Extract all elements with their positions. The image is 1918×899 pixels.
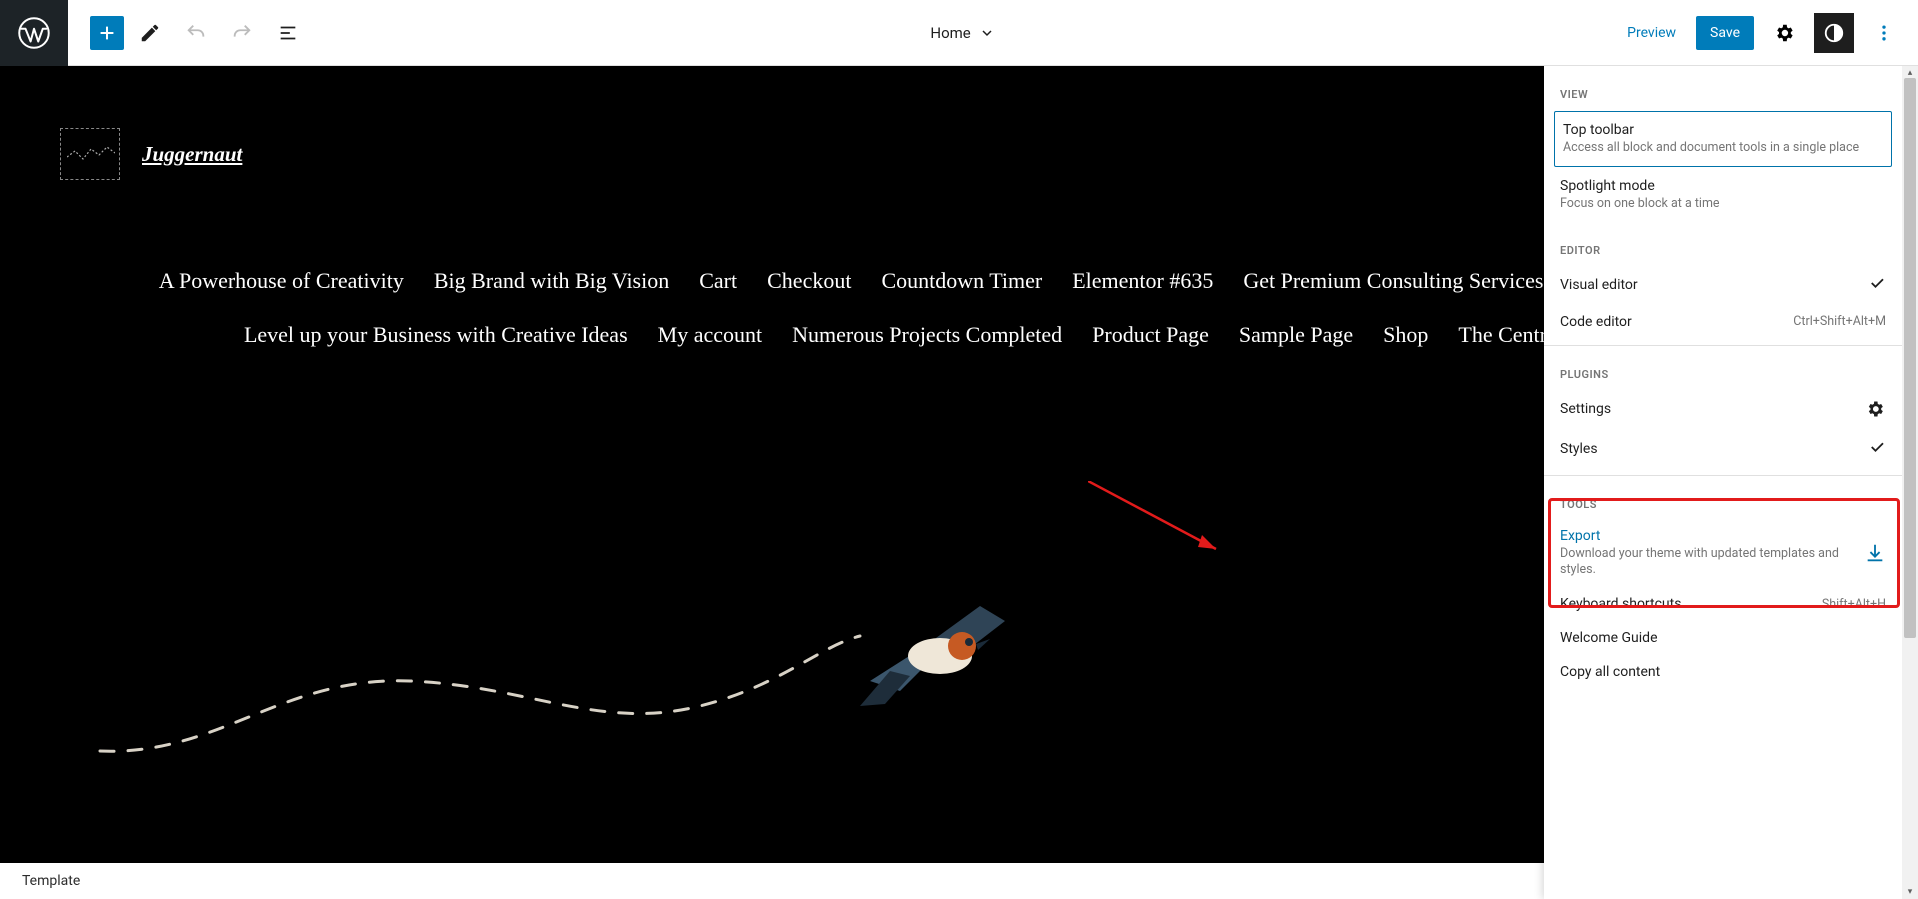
menu-section-editor: Editor — [1544, 222, 1902, 265]
list-view-button[interactable] — [268, 13, 308, 53]
options-menu: View Top toolbar Access all block and do… — [1544, 66, 1902, 899]
menu-item-title: Export — [1560, 528, 1852, 544]
menu-section-tools: Tools — [1544, 476, 1902, 519]
menu-item-title: Styles — [1560, 441, 1854, 457]
menu-item-title: Settings — [1560, 401, 1852, 417]
check-icon — [1866, 274, 1886, 296]
toolbar-right: Preview Save — [1617, 13, 1918, 53]
bird-illustration — [830, 576, 1020, 716]
menu-item-desc: Download your theme with updated templat… — [1560, 546, 1852, 579]
menu-section-plugins: Plugins — [1544, 346, 1902, 389]
nav-link[interactable]: Get Premium Consulting Services — [1243, 268, 1543, 294]
preview-button[interactable]: Preview — [1617, 17, 1686, 49]
nav-link[interactable]: Checkout — [767, 268, 851, 294]
redo-button — [222, 13, 262, 53]
menu-item-styles[interactable]: Styles — [1544, 429, 1902, 469]
site-header: Juggernaut — [60, 128, 242, 180]
footer-label: Template — [22, 873, 80, 889]
menu-item-desc: Focus on one block at a time — [1560, 196, 1886, 212]
menu-item-visual-editor[interactable]: Visual editor — [1544, 265, 1902, 305]
save-button[interactable]: Save — [1696, 16, 1754, 50]
menu-item-top-toolbar[interactable]: Top toolbar Access all block and documen… — [1554, 111, 1892, 167]
menu-item-code-editor[interactable]: Code editor Ctrl+Shift+Alt+M — [1544, 305, 1902, 339]
menu-item-spotlight[interactable]: Spotlight mode Focus on one block at a t… — [1544, 169, 1902, 221]
site-brand[interactable]: Juggernaut — [142, 142, 242, 167]
document-title-dropdown[interactable]: Home — [308, 24, 1617, 42]
settings-button[interactable] — [1764, 13, 1804, 53]
menu-item-title: Keyboard shortcuts — [1560, 596, 1810, 612]
scrollbar-thumb[interactable] — [1904, 78, 1916, 638]
menu-item-title: Code editor — [1560, 314, 1781, 330]
undo-button — [176, 13, 216, 53]
nav-link[interactable]: Shop — [1383, 322, 1428, 348]
options-button[interactable] — [1864, 13, 1904, 53]
site-logo-placeholder[interactable] — [60, 128, 120, 180]
menu-item-keyboard-shortcuts[interactable]: Keyboard shortcuts Shift+Alt+H — [1544, 587, 1902, 621]
menu-item-title: Spotlight mode — [1560, 178, 1886, 194]
tools-edit-button[interactable] — [130, 13, 170, 53]
menu-item-shortcut: Shift+Alt+H — [1822, 597, 1886, 612]
menu-item-title: Welcome Guide — [1560, 630, 1886, 646]
check-icon — [1866, 438, 1886, 460]
gear-icon — [1773, 22, 1795, 44]
download-icon — [1864, 542, 1886, 564]
menu-section-view: View — [1544, 66, 1902, 109]
bird-trail — [100, 636, 860, 756]
gear-icon — [1864, 398, 1886, 420]
menu-item-title: Top toolbar — [1563, 122, 1883, 138]
chart-line-icon — [67, 145, 115, 163]
styles-button[interactable] — [1814, 13, 1854, 53]
wordpress-logo[interactable] — [0, 0, 68, 66]
nav-link[interactable]: Cart — [699, 268, 737, 294]
menu-item-settings[interactable]: Settings — [1544, 389, 1902, 429]
kebab-icon — [1874, 23, 1894, 43]
scroll-down-arrow-icon[interactable]: ▾ — [1902, 885, 1918, 899]
nav-link[interactable]: My account — [658, 322, 762, 348]
contrast-icon — [1823, 22, 1845, 44]
menu-item-shortcut: Ctrl+Shift+Alt+M — [1793, 314, 1886, 329]
menu-item-title: Copy all content — [1560, 664, 1886, 680]
menu-item-title: Visual editor — [1560, 277, 1854, 293]
menu-item-desc: Access all block and document tools in a… — [1563, 140, 1883, 156]
nav-link[interactable]: Elementor #635 — [1072, 268, 1213, 294]
toolbar-left — [68, 13, 308, 53]
chevron-down-icon — [979, 25, 995, 41]
nav-link[interactable]: Product Page — [1092, 322, 1209, 348]
menu-item-export[interactable]: Export Download your theme with updated … — [1544, 519, 1902, 588]
nav-link[interactable]: A Powerhouse of Creativity — [159, 268, 404, 294]
document-title: Home — [930, 24, 970, 42]
nav-link[interactable]: Countdown Timer — [881, 268, 1042, 294]
nav-link[interactable]: Big Brand with Big Vision — [434, 268, 669, 294]
nav-link[interactable]: Numerous Projects Completed — [792, 322, 1062, 348]
menu-item-copy-all[interactable]: Copy all content — [1544, 655, 1902, 689]
nav-link[interactable]: Level up your Business with Creative Ide… — [244, 322, 628, 348]
add-block-button[interactable] — [90, 16, 124, 50]
nav-link[interactable]: Sample Page — [1239, 322, 1353, 348]
scrollbar[interactable]: ▴ ▾ — [1902, 66, 1918, 899]
menu-item-welcome-guide[interactable]: Welcome Guide — [1544, 621, 1902, 655]
editor-topbar: Home Preview Save — [0, 0, 1918, 66]
